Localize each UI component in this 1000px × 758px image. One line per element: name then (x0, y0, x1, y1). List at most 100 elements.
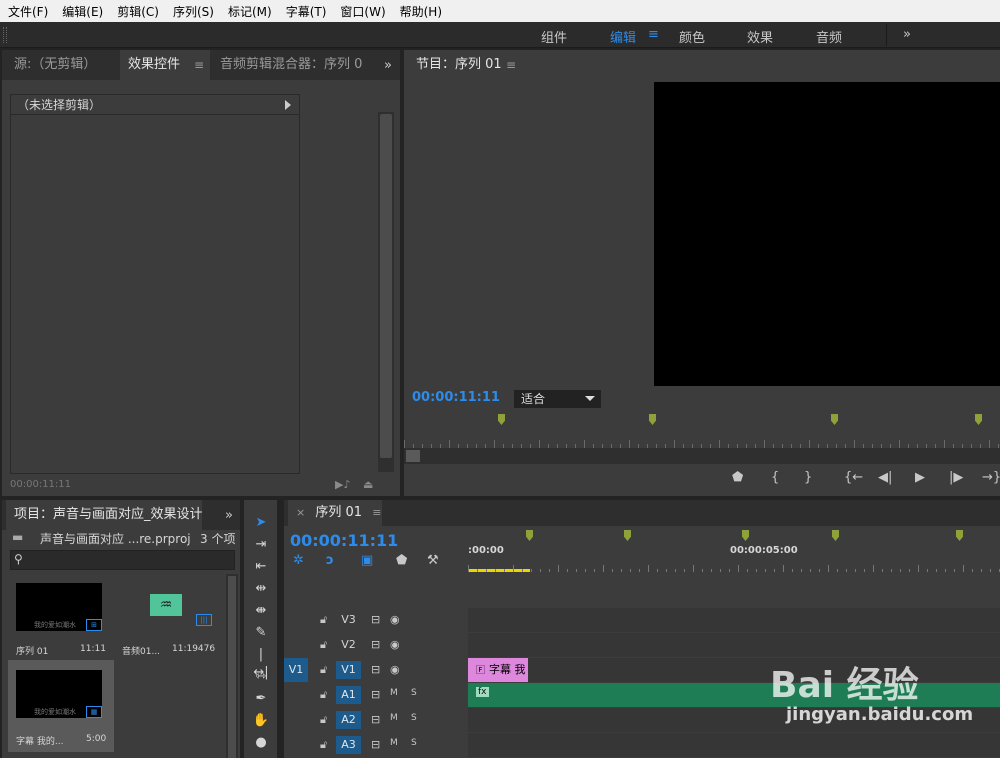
scrollbar-thumb[interactable] (228, 576, 236, 758)
project-item[interactable]: 我的爱如潮水 ⊞ 序列 01 11:11 (8, 574, 114, 660)
program-zoom-scrollbar[interactable] (404, 448, 1000, 464)
workspace-menu-icon[interactable]: ≡ (648, 27, 659, 42)
razor-tool-icon[interactable]: ✎ (252, 624, 270, 642)
mute-button[interactable]: M (390, 738, 398, 748)
pen-tool-icon[interactable]: ✒ (252, 690, 270, 708)
close-icon[interactable]: × (296, 506, 305, 519)
track-select-tool-icon[interactable]: ⇥ (252, 536, 270, 554)
effect-controls-scrollbar[interactable] (378, 112, 394, 472)
track-name[interactable]: A3 (336, 736, 361, 754)
marker-icon[interactable]: ⬟ (732, 470, 743, 485)
lock-icon[interactable]: 🔓︎ (320, 638, 327, 652)
menu-item[interactable]: 编辑(E) (54, 3, 109, 20)
go-to-in-icon[interactable]: {← (844, 470, 863, 485)
slip-tool-icon[interactable]: |↔| (252, 646, 270, 680)
timeline-marker[interactable] (831, 414, 838, 425)
search-input[interactable]: ⚲ (10, 550, 235, 570)
tab-audio-clip-mixer[interactable]: 音频剪辑混合器：序列 01 (212, 50, 362, 80)
sequence-menu-icon[interactable]: ≡ (372, 506, 381, 519)
sync-lock-icon[interactable]: ⊟ (371, 688, 380, 701)
mute-button[interactable]: M (390, 688, 398, 698)
expand-triangle-icon[interactable] (285, 100, 291, 110)
tab-effect-controls[interactable]: 效果控件 ≡ (120, 50, 210, 80)
timeline-timecode[interactable]: 00:00:11:11 (290, 531, 398, 550)
project-item-selected[interactable]: 我的爱如潮水 ▦ 字幕 我的... 5:00 (8, 660, 114, 752)
workspace-color[interactable]: 颜色 (679, 27, 705, 46)
sync-lock-icon[interactable]: ⊟ (371, 663, 380, 676)
rolling-edit-tool-icon[interactable]: ⇹ (252, 580, 270, 598)
tab-project[interactable]: 项目：声音与画面对应_效果设计实 (6, 500, 202, 530)
timeline-marker[interactable] (742, 530, 749, 541)
program-video-display[interactable] (654, 82, 1000, 386)
scrollbar-knob[interactable] (406, 450, 420, 462)
go-to-out-icon[interactable]: →} (982, 470, 1000, 485)
track-name[interactable]: V2 (336, 636, 361, 654)
sync-lock-icon[interactable]: ⊟ (371, 638, 380, 651)
ripple-edit-tool-icon[interactable]: ⇤ (252, 558, 270, 576)
menu-item[interactable]: 序列(S) (165, 3, 220, 20)
hand-tool-icon[interactable]: ✋ (252, 712, 270, 730)
lock-icon[interactable]: 🔓︎ (320, 688, 327, 702)
scrollbar-thumb[interactable] (380, 114, 392, 458)
workspace-assembly[interactable]: 组件 (541, 27, 567, 46)
zoom-tool-icon[interactable]: ● (252, 734, 270, 752)
mute-button[interactable]: M (390, 713, 398, 723)
timeline-marker[interactable] (975, 414, 982, 425)
solo-button[interactable]: S (411, 713, 417, 723)
menu-item[interactable]: 剪辑(C) (109, 3, 165, 20)
eye-icon[interactable]: ◉ (390, 663, 400, 676)
timeline-marker[interactable] (624, 530, 631, 541)
track-name[interactable]: A2 (336, 711, 361, 729)
lock-icon[interactable]: 🔓︎ (320, 738, 327, 752)
selection-tool-icon[interactable]: ➤ (252, 514, 270, 532)
title-clip[interactable]: 🄵 字幕 我 (468, 658, 528, 682)
timeline-marker[interactable] (498, 414, 505, 425)
out-point-icon[interactable]: } (804, 470, 812, 485)
timeline-marker[interactable] (649, 414, 656, 425)
tab-sequence[interactable]: × 序列 01 ≡ (288, 500, 382, 526)
sync-lock-icon[interactable]: ⊟ (371, 613, 380, 626)
track-name[interactable]: V3 (336, 611, 361, 629)
add-marker-icon[interactable]: ▣ (361, 553, 373, 568)
play-icon[interactable]: ▶ (915, 470, 925, 485)
track-area[interactable] (468, 608, 1000, 632)
panel-grip[interactable] (3, 27, 7, 43)
timeline-time-ruler[interactable]: :00:00 00:00:05:00 (468, 530, 1000, 572)
play-audio-icon[interactable]: ▶♪ (335, 478, 350, 491)
timeline-marker[interactable] (526, 530, 533, 541)
tab-source[interactable]: 源:（无剪辑） (6, 50, 116, 80)
zoom-select[interactable]: 适合 (514, 390, 601, 408)
rate-stretch-tool-icon[interactable]: ⇼ (252, 602, 270, 620)
tab-menu-icon[interactable]: ≡ (194, 50, 204, 80)
workspace-effects[interactable]: 效果 (747, 27, 773, 46)
solo-button[interactable]: S (411, 688, 417, 698)
step-back-icon[interactable]: ◀| (878, 470, 892, 485)
lock-icon[interactable]: 🔓︎ (320, 663, 327, 677)
lock-icon[interactable]: 🔓︎ (320, 713, 327, 727)
menu-item[interactable]: 标记(M) (220, 3, 278, 20)
solo-button[interactable]: S (411, 738, 417, 748)
wrench-icon[interactable]: ⚒ (427, 553, 439, 568)
marker-icon[interactable]: ⬟ (396, 553, 407, 568)
snap-icon[interactable]: ✲ (293, 553, 304, 568)
project-scrollbar[interactable] (226, 574, 238, 758)
timeline-marker[interactable] (832, 530, 839, 541)
linked-selection-icon[interactable]: ↄ (326, 553, 334, 568)
menu-item[interactable]: 文件(F) (0, 3, 54, 20)
workspace-editing[interactable]: 编辑 (610, 27, 636, 46)
eye-icon[interactable]: ◉ (390, 613, 400, 626)
sync-lock-icon[interactable]: ⊟ (371, 713, 380, 726)
eye-icon[interactable]: ◉ (390, 638, 400, 651)
menu-item[interactable]: 字幕(T) (278, 3, 333, 20)
project-more-button[interactable]: » (225, 508, 233, 523)
program-timecode[interactable]: 00:00:11:11 (412, 390, 500, 405)
track-name[interactable]: A1 (336, 686, 361, 704)
step-forward-icon[interactable]: |▶ (949, 470, 963, 485)
track-name[interactable]: V1 (336, 661, 361, 679)
workspace-more-button[interactable]: » (903, 27, 911, 42)
project-item[interactable]: ♒ ||| 音频01... 11:19476 (114, 574, 220, 660)
menu-item[interactable]: 窗口(W) (332, 3, 391, 20)
program-time-ruler[interactable] (404, 434, 1000, 448)
sync-lock-icon[interactable]: ⊟ (371, 738, 380, 751)
tab-program[interactable]: 节目：序列 01 ≡ (408, 50, 518, 80)
